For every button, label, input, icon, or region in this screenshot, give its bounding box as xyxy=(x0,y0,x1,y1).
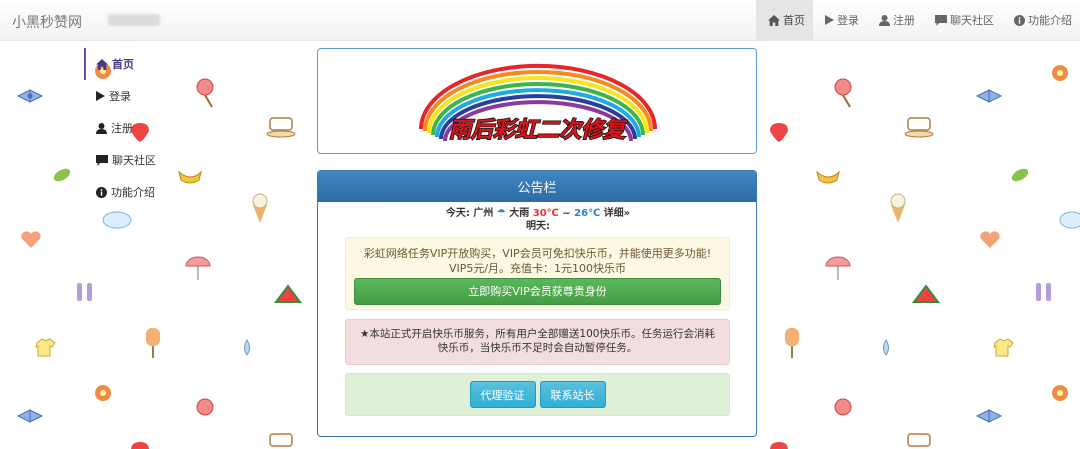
sidebar-item-home[interactable]: 首页 xyxy=(84,48,184,80)
nav-item-register[interactable]: 注册 xyxy=(867,0,923,40)
coffee-icon xyxy=(904,117,934,138)
strawberry-icon xyxy=(770,123,788,142)
bow-icon xyxy=(16,89,44,103)
sidebar-menu: 首页 登录 注册 聊天社区 功能介绍 xyxy=(84,48,184,208)
weather-condition: 大雨 xyxy=(509,208,530,219)
user-icon xyxy=(96,122,107,134)
sidebar-item-login[interactable]: 登录 xyxy=(84,80,184,112)
drop-icon xyxy=(883,339,889,356)
weather-separator: ~ xyxy=(562,208,571,219)
sidebar-item-label: 注册 xyxy=(111,122,133,135)
comment-icon xyxy=(935,14,947,26)
tshirt-icon xyxy=(993,338,1014,357)
action-box: 代理验证 联系站长 xyxy=(345,373,730,416)
coffee-icon xyxy=(269,433,293,447)
banner-logo-text: 雨后彩虹二次修复 xyxy=(449,117,628,143)
nav-item-features[interactable]: 功能介绍 xyxy=(1002,0,1080,40)
lollipop-icon xyxy=(834,78,852,108)
home-icon xyxy=(768,14,780,26)
nav-item-label: 聊天社区 xyxy=(950,14,994,27)
weather-today: 今天: 广州 ☂ 大雨 30℃ ~ 26℃ 详细» xyxy=(318,207,756,220)
heart-icon xyxy=(21,231,41,248)
vip-notice-line2: VIP5元/月。充值卡：1元100快乐币 xyxy=(448,262,627,275)
watermelon-icon xyxy=(912,284,940,303)
coffee-icon xyxy=(266,117,296,138)
bow-icon xyxy=(975,89,1003,103)
home-icon xyxy=(96,58,108,70)
vip-notice-line1: 彩虹网络任务VIP开放购买，VIP会员可免扣快乐币，并能使用更多功能! xyxy=(363,247,712,260)
weather-high: 30℃ xyxy=(532,208,559,219)
sidebar-item-register[interactable]: 注册 xyxy=(84,112,184,144)
nav-item-chat[interactable]: 聊天社区 xyxy=(923,0,1002,40)
bunny-icon xyxy=(1036,283,1051,301)
site-brand[interactable]: 小黑秒赞网 xyxy=(12,12,82,32)
play-icon xyxy=(825,15,834,25)
user-icon xyxy=(879,14,890,26)
contact-admin-button[interactable]: 联系站长 xyxy=(539,381,606,408)
rain-icon: ☂ xyxy=(496,208,506,219)
buy-vip-button[interactable]: 立即购买VIP会员获尊贵身份 xyxy=(354,278,721,305)
bow-icon xyxy=(16,409,44,423)
announcement-panel: 公告栏 今天: 广州 ☂ 大雨 30℃ ~ 26℃ 详细» 明天: 彩虹网络任务… xyxy=(317,170,757,437)
heart-icon xyxy=(980,231,1000,248)
info-circle-icon xyxy=(1014,14,1025,26)
bunny-icon xyxy=(77,283,92,301)
coin-notice: ★本站正式开启快乐币服务，所有用户全部赠送100快乐币。任务运行会消耗快乐币，当… xyxy=(345,319,730,365)
nav-item-label: 首页 xyxy=(783,14,805,27)
vip-notice: 彩虹网络任务VIP开放购买，VIP会员可免扣快乐币，并能使用更多功能! VIP5… xyxy=(345,237,730,310)
flower-icon xyxy=(95,385,111,401)
strawberry-icon xyxy=(770,442,788,449)
coffee-icon xyxy=(907,433,931,447)
info-circle-icon xyxy=(96,186,107,198)
agent-verify-button[interactable]: 代理验证 xyxy=(469,381,536,408)
nav-item-label: 注册 xyxy=(893,14,915,27)
lollipop-icon xyxy=(196,78,214,108)
watermelon-icon xyxy=(274,284,302,303)
weather-tomorrow-label: 明天: xyxy=(526,221,550,232)
panel-title: 公告栏 xyxy=(318,171,756,202)
popsicle-icon xyxy=(146,328,160,358)
redacted-text xyxy=(108,14,160,26)
nav-item-login[interactable]: 登录 xyxy=(813,0,867,40)
nav-item-home[interactable]: 首页 xyxy=(756,0,813,40)
sidebar-item-label: 登录 xyxy=(109,90,131,103)
leaf-icon xyxy=(1011,168,1029,182)
nav-item-label: 登录 xyxy=(837,14,859,27)
sidebar-item-features[interactable]: 功能介绍 xyxy=(84,176,184,208)
top-nav-menu: 首页 登录 注册 聊天社区 功能介绍 xyxy=(756,0,1080,40)
weather-widget: 今天: 广州 ☂ 大雨 30℃ ~ 26℃ 详细» 明天: xyxy=(318,207,756,237)
sidebar-item-label: 聊天社区 xyxy=(112,154,156,167)
top-navbar: 小黑秒赞网 首页 登录 注册 聊天社区 功能介绍 xyxy=(0,0,1080,41)
lollipop-icon xyxy=(834,398,852,416)
weather-city: 广州 xyxy=(473,208,494,219)
rainbow-logo: 雨后彩虹二次修复 xyxy=(419,63,657,144)
cloud-icon xyxy=(1059,211,1080,229)
sidebar-item-label: 功能介绍 xyxy=(111,186,155,199)
cloud-icon xyxy=(102,211,132,229)
popsicle-icon xyxy=(785,328,799,358)
banana-icon xyxy=(816,170,840,184)
leaf-icon xyxy=(53,168,71,182)
icecream-icon xyxy=(890,193,906,223)
tshirt-icon xyxy=(35,338,56,357)
icecream-icon xyxy=(252,193,268,223)
sidebar-item-label: 首页 xyxy=(112,58,134,71)
drop-icon xyxy=(244,339,250,356)
bow-icon xyxy=(975,409,1003,423)
umbrella-icon xyxy=(825,256,851,280)
weather-tomorrow: 明天: xyxy=(318,220,756,233)
play-icon xyxy=(96,91,105,101)
banner-logo: 雨后彩虹二次修复 xyxy=(317,48,757,154)
flower-icon xyxy=(1052,385,1068,401)
umbrella-icon xyxy=(185,256,211,280)
weather-today-label: 今天: xyxy=(445,208,470,219)
comment-icon xyxy=(96,154,108,166)
strawberry-icon xyxy=(131,442,149,449)
sidebar-item-chat[interactable]: 聊天社区 xyxy=(84,144,184,176)
lollipop-icon xyxy=(196,398,214,416)
flower-icon xyxy=(1052,65,1068,81)
weather-detail-link[interactable]: 详细» xyxy=(604,208,630,219)
weather-low: 26℃ xyxy=(574,208,601,219)
nav-item-label: 功能介绍 xyxy=(1028,14,1072,27)
